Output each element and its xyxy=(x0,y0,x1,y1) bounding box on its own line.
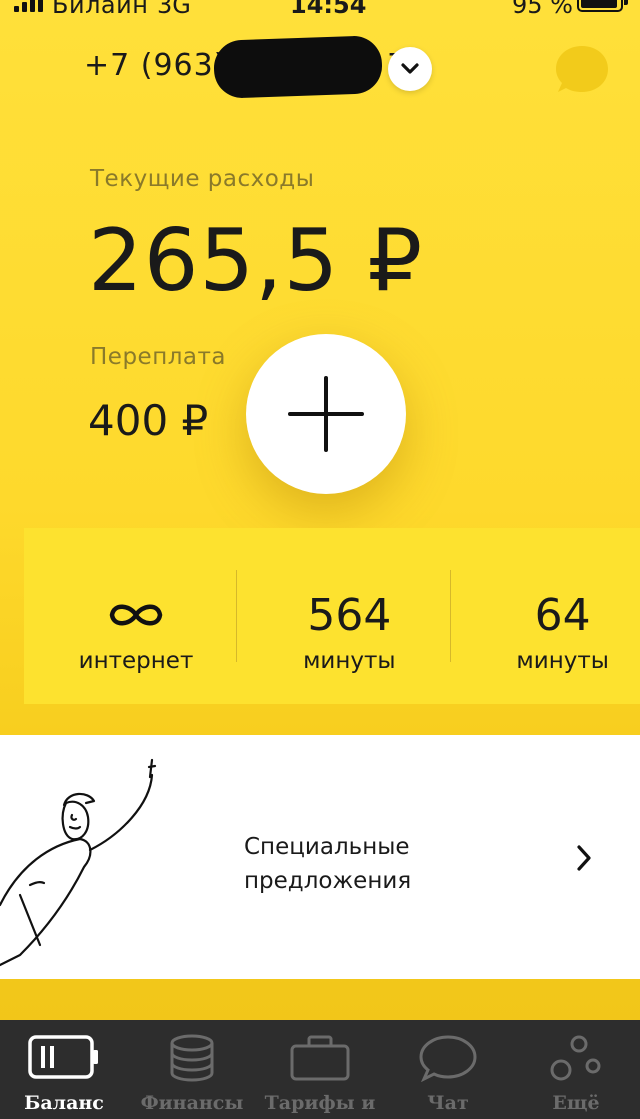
tab-label: Ещё xyxy=(552,1092,600,1114)
counter-label: минуты xyxy=(303,648,396,674)
chevron-down-icon xyxy=(401,63,419,74)
chevron-right-icon[interactable] xyxy=(574,844,594,872)
tab-more[interactable]: Ещё xyxy=(512,1020,640,1119)
top-up-button[interactable] xyxy=(246,334,406,494)
offer-line-1: Специальные xyxy=(244,834,410,860)
person-illustration xyxy=(0,758,157,967)
counter-internet[interactable]: интернет xyxy=(24,528,238,704)
overpayment-amount: 400 ₽ xyxy=(88,396,209,445)
infinity-icon xyxy=(109,604,163,626)
current-expenses-label: Текущие расходы xyxy=(90,166,315,192)
overpayment-label: Переплата xyxy=(90,344,227,370)
carrier-name: Билайн xyxy=(52,0,149,19)
special-offers-title: Специальные предложения xyxy=(244,830,464,898)
account-switch-button[interactable] xyxy=(388,47,432,91)
tab-bar: Баланс Финансы Тарифы и Чат Ещё xyxy=(0,1020,640,1119)
balance-screen: Билайн 3G 14:54 95 % +7 (963) 074 Текущи… xyxy=(0,0,640,1119)
coins-icon xyxy=(170,1034,214,1082)
counter-value: 564 xyxy=(307,590,392,641)
tab-label: Финансы xyxy=(140,1092,244,1114)
battery-percent: 95 % xyxy=(512,0,573,19)
network-type: 3G xyxy=(157,0,191,19)
battery-icon xyxy=(28,1035,98,1079)
signal-icon xyxy=(14,0,43,12)
chat-bubble-icon[interactable] xyxy=(554,44,610,100)
briefcase-icon xyxy=(290,1035,350,1081)
counter-minutes[interactable]: 564 минуты xyxy=(237,528,451,704)
plus-icon xyxy=(288,376,364,452)
tab-balance[interactable]: Баланс xyxy=(0,1020,128,1119)
counter-label: минуты xyxy=(516,648,609,674)
tab-label: Баланс xyxy=(24,1092,104,1114)
status-bar: Билайн 3G 14:54 95 % xyxy=(0,0,640,22)
chat-icon xyxy=(419,1035,477,1082)
remaining-counters[interactable]: интернет 564 минуты 64 минуты xyxy=(24,528,640,704)
tab-finance[interactable]: Финансы xyxy=(128,1020,256,1119)
more-icon xyxy=(550,1035,601,1081)
redaction-mark xyxy=(213,35,383,99)
current-expenses-amount: 265,5 ₽ xyxy=(88,211,424,311)
tab-label: Чат xyxy=(427,1092,469,1114)
tab-chat[interactable]: Чат xyxy=(384,1020,512,1119)
tab-label: Тарифы и опции xyxy=(264,1092,376,1119)
battery-icon xyxy=(577,0,628,12)
clock: 14:54 xyxy=(290,0,367,19)
counter-minutes-2[interactable]: 64 минуты xyxy=(451,528,640,704)
tab-tariffs[interactable]: Тарифы и опции xyxy=(256,1020,384,1119)
counter-value: 64 xyxy=(534,590,591,641)
counter-label: интернет xyxy=(78,648,194,674)
offer-line-2: предложения xyxy=(244,868,412,894)
